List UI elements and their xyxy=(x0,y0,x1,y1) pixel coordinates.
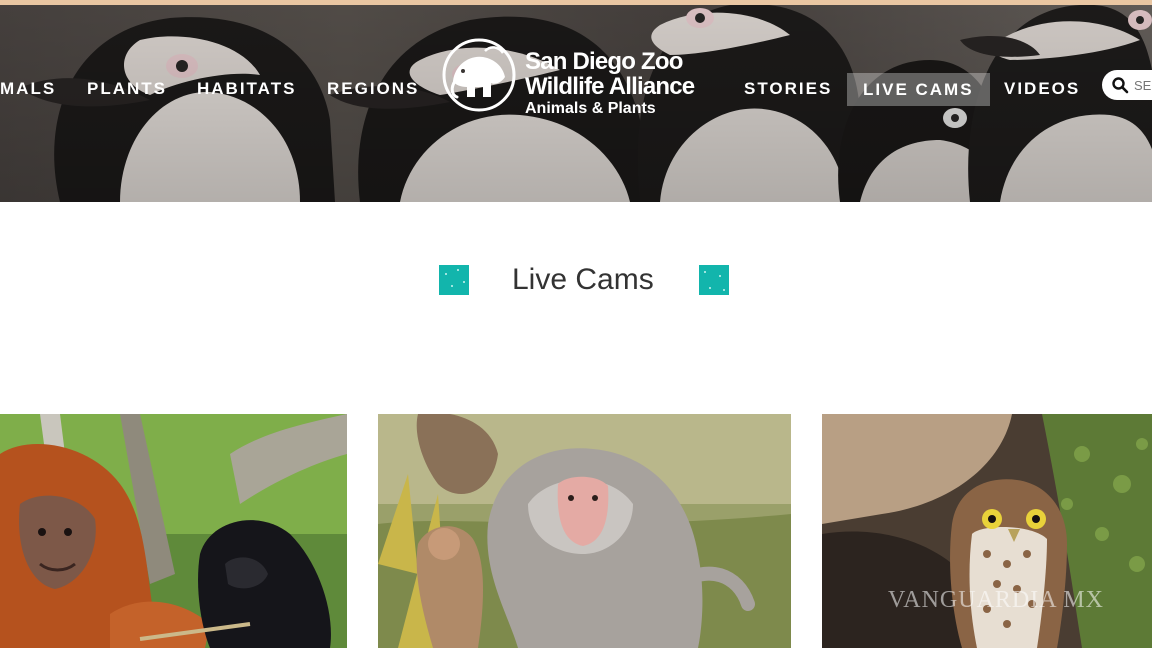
nav-item-live-cams[interactable]: LIVE CAMS xyxy=(847,73,990,106)
search-box[interactable] xyxy=(1102,70,1152,100)
nav-item-plants[interactable]: PLANTS xyxy=(87,78,167,104)
search-icon[interactable] xyxy=(1111,76,1129,94)
logo-text-line1: San Diego Zoo xyxy=(525,48,683,75)
baboon-photo xyxy=(378,414,791,648)
elephant-in-circle-logo-icon xyxy=(442,38,516,112)
page-title: Live Cams xyxy=(512,263,654,296)
nav-item-habitats[interactable]: HABITATS xyxy=(197,78,296,104)
logo-text-line2: Wildlife Alliance xyxy=(525,73,695,100)
watermark: VANGUARDIA MX xyxy=(888,587,1104,613)
site-header: MALS PLANTS HABITATS REGIONS San Diego Z… xyxy=(0,0,1152,202)
search-input[interactable] xyxy=(1134,76,1152,94)
logo-subtitle: Animals & Plants xyxy=(525,100,656,117)
nav-item-animals[interactable]: MALS xyxy=(0,78,56,104)
section-heading: Live Cams xyxy=(438,262,732,298)
live-cam-card-baboon[interactable] xyxy=(378,414,791,648)
live-cam-card-ape[interactable] xyxy=(0,414,347,648)
nav-item-videos[interactable]: VIDEOS xyxy=(1004,78,1080,104)
top-accent-line xyxy=(0,0,1152,5)
teal-square-decoration-right xyxy=(699,265,729,295)
teal-square-decoration-left xyxy=(439,265,469,295)
orangutan-and-siamang-photo xyxy=(0,414,347,648)
nav-item-regions[interactable]: REGIONS xyxy=(327,78,419,104)
nav-item-stories[interactable]: STORIES xyxy=(744,78,832,104)
site-logo[interactable]: San Diego Zoo Wildlife Alliance Animals … xyxy=(441,37,731,121)
